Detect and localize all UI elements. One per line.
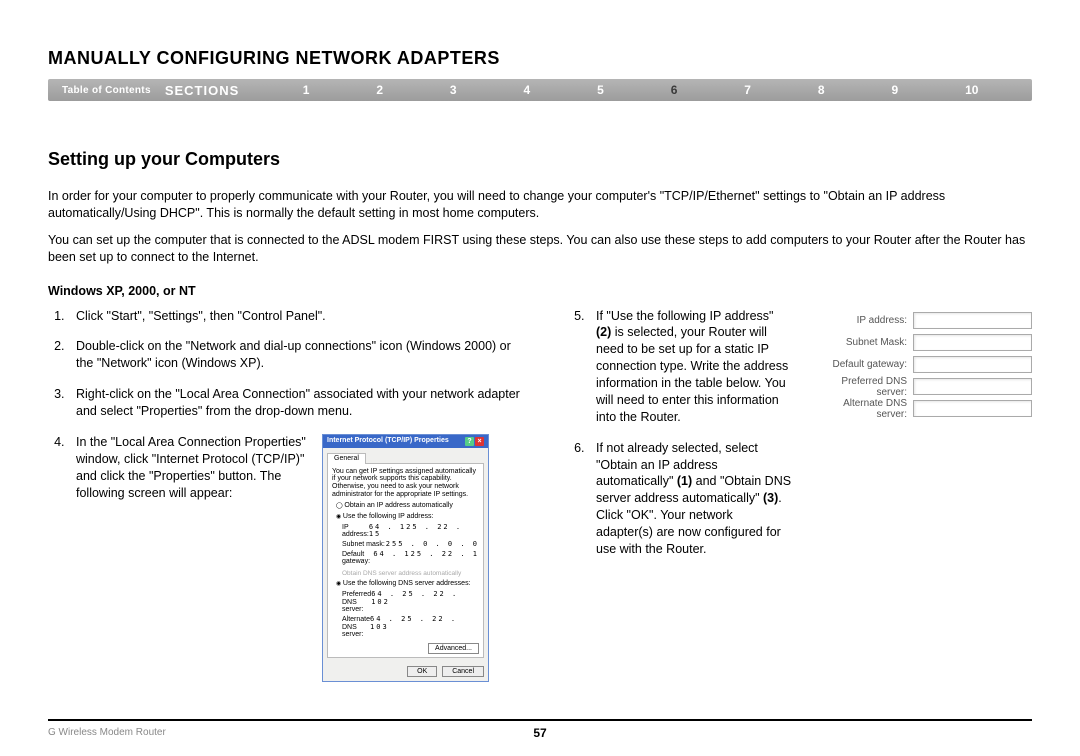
os-heading: Windows XP, 2000, or NT bbox=[48, 284, 1032, 298]
val-pdns: 64 . 25 . 22 . 102 bbox=[371, 591, 479, 614]
tbl-ip-label: IP address: bbox=[812, 315, 913, 326]
val-gateway: 64 . 125 . 22 . 1 bbox=[373, 551, 479, 566]
step-3: Right-click on the "Local Area Connectio… bbox=[68, 386, 528, 420]
dialog-tab-general[interactable]: General bbox=[327, 453, 366, 464]
tbl-subnet-label: Subnet Mask: bbox=[812, 337, 913, 348]
sections-label: SECTIONS bbox=[165, 83, 269, 98]
radio-dns-auto: Obtain DNS server address automatically bbox=[342, 570, 479, 577]
tbl-adns-input[interactable] bbox=[913, 400, 1032, 417]
tcpip-dialog: Internet Protocol (TCP/IP) Properties ?×… bbox=[322, 434, 489, 683]
intro-text: In order for your computer to properly c… bbox=[48, 188, 1032, 266]
section-link-9[interactable]: 9 bbox=[891, 83, 898, 97]
section-link-4[interactable]: 4 bbox=[524, 83, 531, 97]
help-icon[interactable]: ? bbox=[465, 437, 474, 446]
section-link-8[interactable]: 8 bbox=[818, 83, 825, 97]
section-link-7[interactable]: 7 bbox=[744, 83, 751, 97]
radio-obtain-auto[interactable]: Obtain an IP address automatically bbox=[332, 502, 479, 510]
footer-product: G Wireless Modem Router bbox=[48, 727, 166, 738]
sub-heading: Setting up your Computers bbox=[48, 149, 1032, 170]
tbl-adns-label: Alternate DNS server: bbox=[812, 398, 913, 420]
section-link-5[interactable]: 5 bbox=[597, 83, 604, 97]
step-4: In the "Local Area Connection Properties… bbox=[68, 434, 528, 683]
step-4-text: In the "Local Area Connection Properties… bbox=[76, 434, 306, 502]
lbl-adns: Alternate DNS server: bbox=[342, 616, 370, 639]
val-subnet: 255 . 0 . 0 . 0 bbox=[386, 541, 479, 549]
tbl-ip-input[interactable] bbox=[913, 312, 1032, 329]
section-link-2[interactable]: 2 bbox=[376, 83, 383, 97]
page-footer: G Wireless Modem Router 57 bbox=[48, 719, 1032, 738]
close-icon[interactable]: × bbox=[475, 437, 484, 446]
dialog-title: Internet Protocol (TCP/IP) Properties bbox=[327, 437, 449, 446]
step-2: Double-click on the "Network and dial-up… bbox=[68, 338, 528, 372]
tbl-pdns-input[interactable] bbox=[913, 378, 1032, 395]
section-link-1[interactable]: 1 bbox=[303, 83, 310, 97]
step-6: If not already selected, select "Obtain … bbox=[588, 440, 792, 558]
lbl-ip: IP address: bbox=[342, 524, 369, 539]
step-1: Click "Start", "Settings", then "Control… bbox=[68, 308, 528, 325]
advanced-button[interactable]: Advanced... bbox=[428, 643, 479, 654]
page-number: 57 bbox=[533, 726, 546, 740]
intro-p2: You can set up the computer that is conn… bbox=[48, 232, 1032, 266]
cancel-button[interactable]: Cancel bbox=[442, 666, 484, 678]
tbl-gateway-label: Default gateway: bbox=[812, 359, 913, 370]
section-link-3[interactable]: 3 bbox=[450, 83, 457, 97]
section-link-6[interactable]: 6 bbox=[671, 83, 678, 97]
val-ip: 64 . 125 . 22 . 15 bbox=[369, 524, 479, 539]
section-nav: Table of Contents SECTIONS 1 2 3 4 5 6 7… bbox=[48, 79, 1032, 101]
dialog-desc: You can get IP settings assigned automat… bbox=[332, 468, 479, 499]
lbl-pdns: Preferred DNS server: bbox=[342, 591, 371, 614]
page-title: MANUALLY CONFIGURING NETWORK ADAPTERS bbox=[48, 48, 1032, 69]
val-adns: 64 . 25 . 22 . 103 bbox=[370, 616, 479, 639]
tbl-subnet-input[interactable] bbox=[913, 334, 1032, 351]
tbl-gateway-input[interactable] bbox=[913, 356, 1032, 373]
step-5: If "Use the following IP address" (2) is… bbox=[588, 308, 792, 426]
lbl-subnet: Subnet mask: bbox=[342, 541, 386, 549]
toc-link[interactable]: Table of Contents bbox=[48, 85, 165, 96]
ip-entry-table: IP address: Subnet Mask: Default gateway… bbox=[812, 310, 1032, 697]
tbl-pdns-label: Preferred DNS server: bbox=[812, 376, 913, 398]
lbl-gateway: Default gateway: bbox=[342, 551, 373, 566]
section-link-10[interactable]: 10 bbox=[965, 83, 978, 97]
radio-use-following[interactable]: Use the following IP address: bbox=[332, 513, 479, 521]
ok-button[interactable]: OK bbox=[407, 666, 437, 678]
radio-dns-following[interactable]: Use the following DNS server addresses: bbox=[332, 580, 479, 588]
intro-p1: In order for your computer to properly c… bbox=[48, 188, 1032, 222]
section-numbers: 1 2 3 4 5 6 7 8 9 10 bbox=[269, 83, 1032, 97]
